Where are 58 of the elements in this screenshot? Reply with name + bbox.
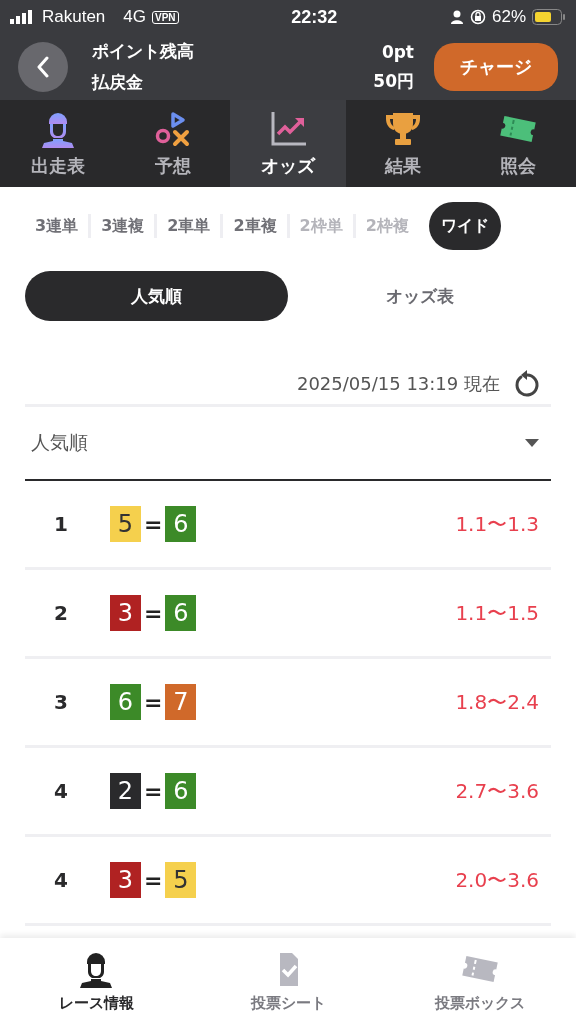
rider-number-badge: 6 bbox=[165, 773, 197, 809]
battery-percent: 62% bbox=[491, 7, 526, 27]
back-chevron-icon bbox=[36, 56, 50, 78]
odds-range: 1.8〜2.4 bbox=[455, 688, 539, 716]
sort-dropdown[interactable]: 人気順 bbox=[25, 407, 551, 479]
person-icon bbox=[449, 10, 464, 24]
rank-number: 4 bbox=[53, 779, 69, 803]
caret-down-icon bbox=[525, 439, 539, 447]
rider-number-badge: 5 bbox=[165, 862, 197, 898]
back-button[interactable] bbox=[18, 42, 68, 92]
bet-type-tab[interactable]: 3連単 bbox=[25, 202, 89, 250]
rank-number: 4 bbox=[53, 868, 69, 892]
battery-icon bbox=[532, 9, 566, 25]
rider-number-badge: 6 bbox=[165, 595, 197, 631]
rider-number-badge: 2 bbox=[110, 773, 141, 809]
charge-button[interactable]: チャージ bbox=[434, 43, 558, 91]
nav-tab[interactable]: オッズ bbox=[230, 100, 346, 187]
rider-number-badge: 3 bbox=[110, 862, 141, 898]
bottom-nav-tab[interactable]: 投票シート bbox=[192, 938, 384, 1024]
odds-range: 1.1〜1.5 bbox=[455, 599, 539, 627]
rank-number: 2 bbox=[53, 601, 69, 625]
network-type: 4G bbox=[123, 7, 146, 27]
balance-value: 0pt bbox=[381, 41, 414, 62]
odds-range: 2.0〜3.6 bbox=[455, 866, 539, 894]
bet-type-tab[interactable]: 2車複 bbox=[223, 202, 287, 250]
bottom-nav-tab[interactable]: レース情報 bbox=[0, 938, 192, 1024]
nav-tab[interactable]: 照会 bbox=[460, 100, 576, 187]
odds-range: 2.7〜3.6 bbox=[455, 777, 539, 805]
clock-time: 22:32 bbox=[291, 6, 338, 28]
odds-range: 1.1〜1.3 bbox=[455, 510, 539, 538]
rider-number-badge: 6 bbox=[165, 506, 197, 542]
balance-label: ポイント残高 bbox=[92, 40, 194, 63]
rotation-lock-icon bbox=[469, 9, 486, 25]
rider-number-badge: 5 bbox=[110, 506, 141, 542]
pair-separator: = bbox=[144, 689, 163, 715]
rider-number-badge: 6 bbox=[110, 684, 141, 720]
bet-type-tab[interactable]: 3連複 bbox=[91, 202, 155, 250]
bottom-nav-tab[interactable]: 投票ボックス bbox=[384, 938, 576, 1024]
rider-number-badge: 3 bbox=[110, 595, 141, 631]
pair-separator: = bbox=[144, 511, 163, 537]
bet-type-tab[interactable]: 2車単 bbox=[157, 202, 221, 250]
pair-separator: = bbox=[144, 600, 163, 626]
vpn-badge: VPN bbox=[152, 10, 179, 24]
rank-number: 1 bbox=[53, 512, 69, 536]
rank-number: 3 bbox=[53, 690, 69, 714]
balance-label: 払戻金 bbox=[92, 71, 144, 94]
balance-value: 50円 bbox=[373, 69, 414, 93]
pair-separator: = bbox=[144, 778, 163, 804]
nav-tab[interactable]: 結果 bbox=[345, 100, 461, 187]
nav-tab[interactable]: 出走表 bbox=[0, 100, 116, 187]
carrier-name: Rakuten bbox=[42, 7, 106, 27]
view-toggle-option[interactable]: オッズ表 bbox=[288, 271, 551, 321]
view-toggle-option[interactable]: 人気順 bbox=[25, 271, 288, 321]
nav-tab[interactable]: 予想 bbox=[115, 100, 231, 187]
rider-number-badge: 7 bbox=[165, 684, 197, 720]
pair-separator: = bbox=[144, 867, 163, 893]
bet-type-tab[interactable]: ワイド bbox=[428, 202, 501, 250]
update-timestamp: 2025/05/15 13:19 現在 bbox=[296, 372, 500, 396]
